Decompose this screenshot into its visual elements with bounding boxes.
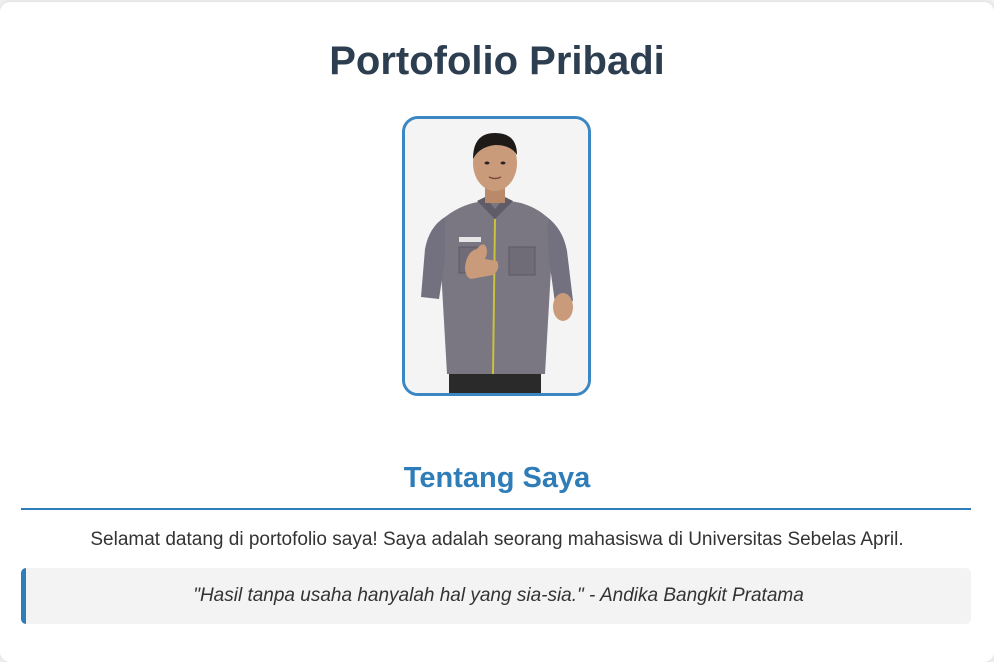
profile-photo — [402, 116, 591, 396]
section-divider — [21, 508, 971, 510]
about-intro-text: Selamat datang di portofolio saya! Saya … — [90, 529, 904, 550]
page-title: Portofolio Pribadi — [329, 39, 665, 83]
portfolio-card: Portofolio Pribadi Tentang Saya Selamat … — [0, 2, 994, 662]
about-heading: Tentang Saya — [403, 462, 591, 494]
quote-text: "Hasil tanpa usaha hanyalah hal yang sia… — [193, 585, 804, 606]
quote-block: "Hasil tanpa usaha hanyalah hal yang sia… — [21, 568, 971, 624]
person-photo-icon — [405, 119, 588, 393]
